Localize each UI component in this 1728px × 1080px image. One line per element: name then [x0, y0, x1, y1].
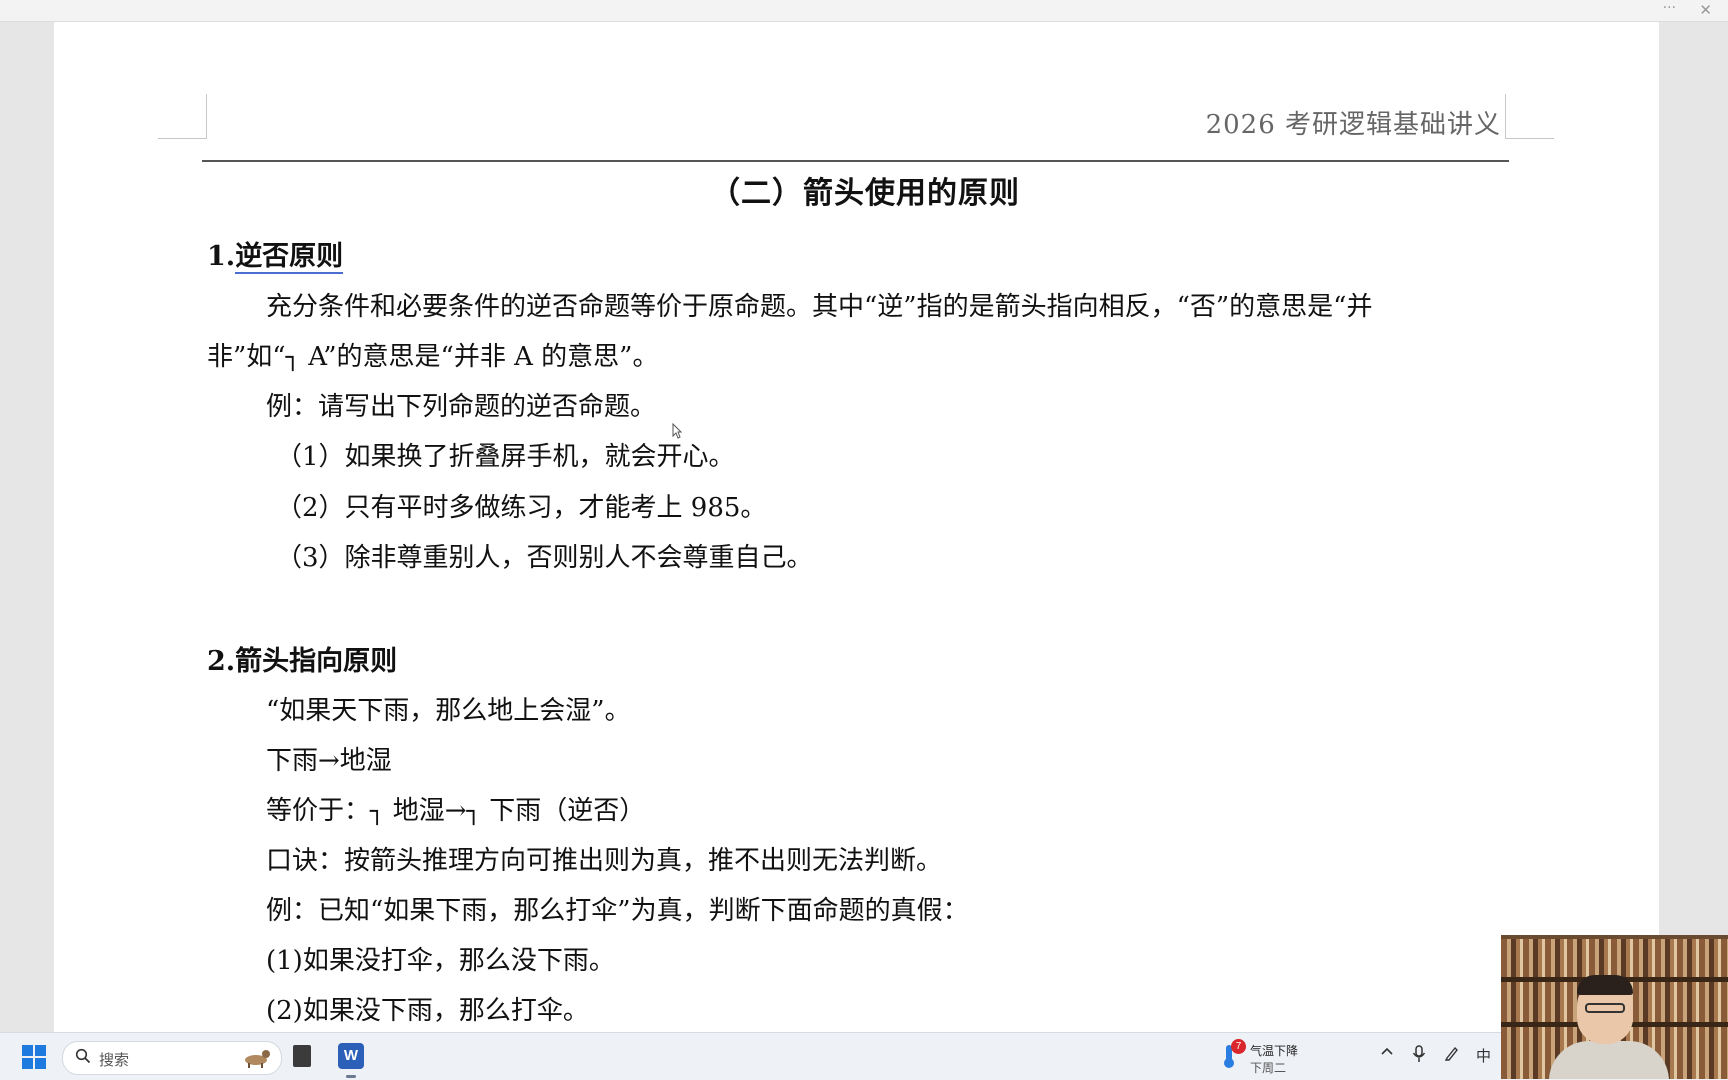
- search-placeholder: 搜索: [99, 1052, 130, 1069]
- search-highlight-icon: [239, 1046, 273, 1073]
- bookshelf-row: [1501, 939, 1728, 977]
- example-intro: 例：请写出下列命题的逆否命题。: [266, 392, 657, 422]
- text-segment: 非”如“: [207, 342, 286, 372]
- equivalence-line: 等价于：┐ 地湿→┐ 下雨（逆否）: [266, 790, 645, 827]
- taskbar-search-box[interactable]: 搜索: [62, 1041, 282, 1075]
- heading-arrow-direction: 2.箭头指向原则: [207, 646, 398, 677]
- example-intro: 例：已知“如果下雨，那么打伞”为真，判断下面命题的真假：: [266, 896, 969, 926]
- person-hair: [1577, 975, 1633, 995]
- taskbar: 搜索 W 7 气温下降 下周二 中: [0, 1032, 1728, 1080]
- example-item: （1）如果换了折叠屏手机，就会开心。: [276, 442, 735, 472]
- heading-text: 逆否原则: [235, 241, 344, 274]
- mnemonic-line: 口诀：按箭头推理方向可推出则为真，推不出则无法判断。: [266, 846, 943, 876]
- weather-badge: 7: [1231, 1039, 1246, 1054]
- close-icon[interactable]: ✕: [1699, 1, 1712, 19]
- text-segment: 下雨（逆否）: [480, 796, 646, 826]
- chevron-up-icon[interactable]: [1380, 1045, 1394, 1063]
- heading-inverse-negation: 1.逆否原则: [207, 234, 344, 274]
- word-icon[interactable]: W: [338, 1043, 364, 1069]
- person-body: [1549, 1041, 1669, 1079]
- window-title-bar: ··· ✕: [0, 0, 1728, 22]
- text-segment: 地湿→: [384, 796, 467, 826]
- example-item: (1)如果没打伞，那么没下雨。: [266, 946, 615, 976]
- paragraph-line: 非”如“┐ A”的意思是“并非 A 的意思”。: [207, 336, 658, 373]
- document-body[interactable]: （二）箭头使用的原则 1.逆否原则 充分条件和必要条件的逆否命题等价于原命题。其…: [54, 22, 1659, 1032]
- document-page: 2026 考研逻辑基础讲义 （二）箭头使用的原则 1.逆否原则 充分条件和必要条…: [54, 22, 1659, 1032]
- example-item: (2)如果没下雨，那么打伞。: [266, 996, 589, 1026]
- webcam-overlay: [1501, 935, 1728, 1079]
- text-segment: 等价于：: [266, 796, 371, 826]
- paragraph-line: 充分条件和必要条件的逆否命题等价于原命题。其中“逆”指的是箭头指向相反，“否”的…: [266, 292, 1373, 322]
- file-explorer-icon[interactable]: [293, 1045, 311, 1067]
- glasses-icon: [1585, 1003, 1625, 1013]
- arrow-line: 下雨→地湿: [266, 746, 392, 776]
- heading-number: 1.: [207, 241, 236, 272]
- negation-symbol: ┐: [285, 343, 301, 371]
- search-icon: [75, 1048, 91, 1069]
- canvas-right-margin: [1659, 22, 1728, 1032]
- text-segment: A”的意思是“并非 A 的意思”。: [300, 342, 659, 372]
- negation-symbol: ┐: [466, 797, 481, 825]
- pen-icon[interactable]: [1444, 1045, 1460, 1065]
- example-item: （3）除非尊重别人，否则别人不会尊重自己。: [276, 543, 813, 573]
- canvas-left-margin: [0, 22, 54, 1032]
- negation-symbol: ┐: [370, 797, 385, 825]
- active-app-indicator: [346, 1075, 356, 1078]
- mouse-cursor-icon: [672, 420, 683, 446]
- example-item: （2）只有平时多做练习，才能考上 985。: [276, 493, 767, 523]
- microphone-icon[interactable]: [1412, 1045, 1426, 1067]
- windows-start-icon[interactable]: [22, 1045, 46, 1069]
- section-title: （二）箭头使用的原则: [710, 176, 1020, 211]
- weather-subtitle: 下周二: [1250, 1061, 1287, 1075]
- quote-line: “如果天下雨，那么地上会湿”。: [266, 696, 631, 726]
- weather-title: 气温下降: [1250, 1044, 1299, 1058]
- more-options-icon[interactable]: ···: [1663, 0, 1676, 16]
- input-method-indicator[interactable]: 中: [1476, 1045, 1491, 1066]
